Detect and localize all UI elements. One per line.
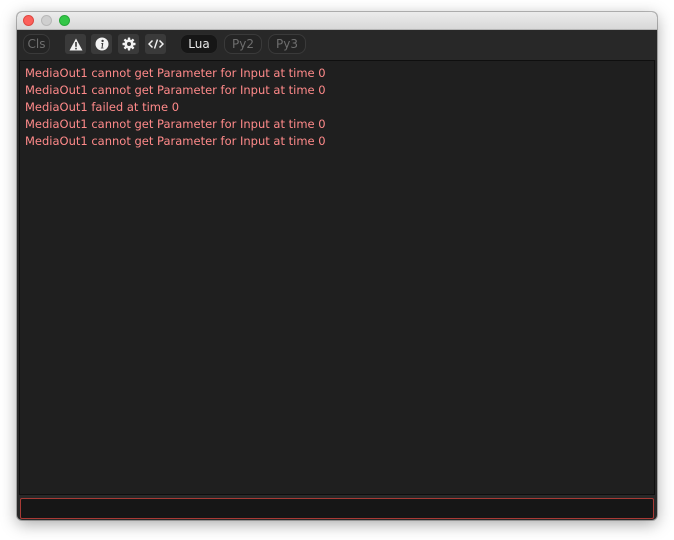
- warning-icon: [69, 38, 82, 50]
- log-line: MediaOut1 cannot get Parameter for Input…: [25, 134, 326, 148]
- info-icon: [95, 37, 108, 51]
- minimize-window-button[interactable]: [41, 15, 52, 26]
- close-window-button[interactable]: [23, 15, 34, 26]
- code-icon: [147, 39, 164, 49]
- log-line: MediaOut1 cannot get Parameter for Input…: [25, 117, 326, 131]
- title-bar: [17, 12, 657, 30]
- lang-tab-py3[interactable]: Py3: [268, 34, 306, 54]
- settings-button[interactable]: [118, 34, 139, 54]
- warning-filter-button[interactable]: [65, 34, 86, 54]
- lang-tab-py2[interactable]: Py2: [224, 34, 262, 54]
- log-line: MediaOut1 cannot get Parameter for Input…: [25, 66, 326, 80]
- command-input[interactable]: [21, 500, 653, 520]
- script-button[interactable]: [145, 34, 166, 54]
- clear-button[interactable]: Cls: [23, 34, 50, 54]
- console-window: Cls Lua Py2 Py3 MediaOut1 cannot get Par…: [17, 12, 657, 520]
- info-filter-button[interactable]: [91, 34, 112, 54]
- log-line: MediaOut1 cannot get Parameter for Input…: [25, 83, 326, 97]
- zoom-window-button[interactable]: [59, 15, 70, 26]
- console-output[interactable]: MediaOut1 cannot get Parameter for Input…: [19, 60, 655, 495]
- command-input-container: [20, 498, 654, 520]
- log-line: MediaOut1 failed at time 0: [25, 100, 180, 114]
- toolbar: Cls Lua Py2 Py3: [17, 30, 657, 59]
- lang-tab-lua[interactable]: Lua: [180, 34, 218, 54]
- gear-icon: [122, 37, 135, 51]
